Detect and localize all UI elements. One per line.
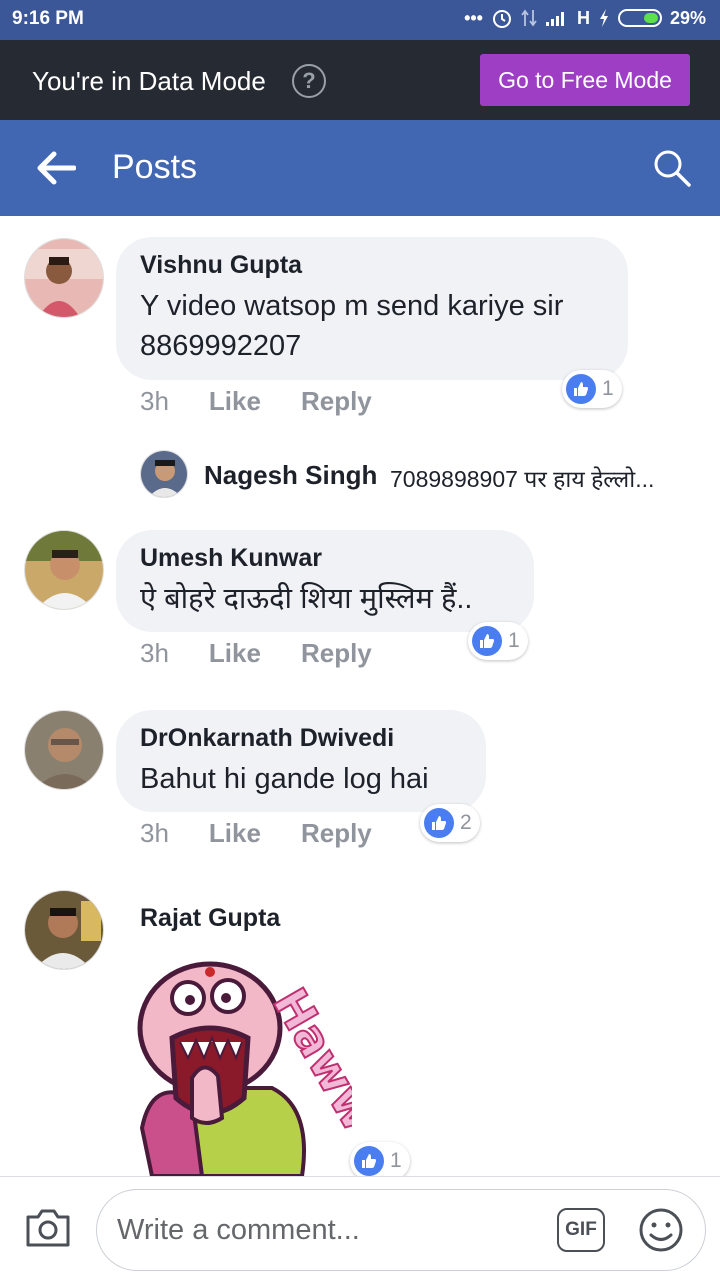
comment-placeholder: Write a comment...	[117, 1214, 360, 1246]
reply-link[interactable]: Reply	[301, 818, 372, 849]
data-mode-text: You're in Data Mode	[32, 66, 266, 96]
reaction-count: 1	[508, 629, 520, 652]
haww-sticker-image[interactable]: Haww	[122, 958, 352, 1176]
comment-text: ऐ बोहरे दाऊदी शिया मुस्लिम हैं..	[140, 583, 473, 615]
reaction-badge[interactable]: 2	[420, 804, 480, 842]
status-icons: ••• H 29%	[464, 7, 706, 29]
status-bar: 9:16 PM ••• H 29%	[0, 0, 720, 40]
go-to-free-mode-button[interactable]: Go to Free Mode	[480, 54, 690, 106]
battery-percent: 29%	[669, 7, 706, 28]
comment-bubble[interactable]: Vishnu Gupta Y video watsop m send kariy…	[116, 237, 628, 380]
comment-actions: 3h Like Reply	[140, 638, 372, 669]
help-icon[interactable]: ?	[292, 64, 326, 98]
status-time: 9:16 PM	[12, 8, 84, 29]
comment-time: 3h	[140, 638, 169, 668]
comment-time: 3h	[140, 818, 169, 848]
avatar[interactable]	[140, 450, 188, 498]
gif-button[interactable]: GIF	[557, 1208, 605, 1252]
like-link[interactable]: Like	[209, 638, 261, 669]
reply-link[interactable]: Reply	[301, 638, 372, 669]
charging-icon	[599, 9, 608, 27]
comment-author[interactable]: Umesh Kunwar	[140, 544, 510, 573]
comment-author[interactable]: Vishnu Gupta	[140, 251, 604, 280]
network-h-icon: H	[576, 7, 590, 28]
avatar[interactable]	[24, 530, 104, 610]
reaction-count: 1	[390, 1149, 402, 1172]
comment-text: Y video watsop m send kariye sir	[140, 290, 564, 322]
comment-text: Bahut hi gande log hai	[140, 763, 429, 795]
comment-actions: 3h Like Reply	[140, 386, 372, 417]
back-arrow-icon[interactable]	[36, 150, 76, 186]
reaction-badge[interactable]: 1	[468, 622, 528, 660]
comment-author[interactable]: Rajat Gupta	[140, 904, 280, 933]
comment-bubble[interactable]: Umesh Kunwar ऐ बोहरे दाऊदी शिया मुस्लिम …	[116, 530, 534, 632]
emoji-icon[interactable]	[637, 1206, 685, 1254]
comment-text-phone: 8869992207	[140, 330, 302, 362]
like-link[interactable]: Like	[209, 386, 261, 417]
reply-author[interactable]: Nagesh Singh	[204, 460, 377, 491]
comment-input[interactable]: Write a comment... GIF	[96, 1189, 706, 1271]
avatar[interactable]	[24, 710, 104, 790]
like-thumb-icon	[472, 626, 502, 656]
signal-icon	[545, 12, 564, 26]
comment-actions: 3h Like Reply	[140, 818, 372, 849]
header-bar: Posts	[0, 120, 720, 216]
reaction-count: 2	[460, 811, 472, 834]
camera-icon[interactable]	[24, 1205, 72, 1249]
alarm-icon	[492, 10, 511, 28]
reply-preview[interactable]: Nagesh Singh 7089898907 पर हाय हेल्लो...	[140, 450, 700, 500]
data-arrows-icon	[521, 9, 537, 27]
comment-bubble[interactable]: DrOnkarnath Dwivedi Bahut hi gande log h…	[116, 710, 486, 812]
avatar[interactable]	[24, 890, 104, 970]
battery-icon	[617, 9, 662, 27]
data-mode-banner: You're in Data Mode ? Go to Free Mode	[0, 40, 720, 120]
like-thumb-icon	[354, 1146, 384, 1176]
avatar[interactable]	[24, 238, 104, 318]
search-icon[interactable]	[652, 148, 692, 188]
reply-link[interactable]: Reply	[301, 386, 372, 417]
comment-composer: Write a comment... GIF	[0, 1176, 720, 1280]
page-title: Posts	[112, 148, 198, 186]
like-thumb-icon	[566, 374, 596, 404]
reaction-badge[interactable]: 1	[562, 370, 622, 408]
reply-text: 7089898907 पर हाय हेल्लो...	[390, 466, 655, 492]
more-dots-icon: •••	[464, 7, 483, 28]
comment-author[interactable]: DrOnkarnath Dwivedi	[140, 724, 462, 753]
like-thumb-icon	[424, 808, 454, 838]
reaction-badge[interactable]: 1	[350, 1142, 410, 1180]
reaction-count: 1	[602, 377, 614, 400]
like-link[interactable]: Like	[209, 818, 261, 849]
comment-time: 3h	[140, 386, 169, 416]
